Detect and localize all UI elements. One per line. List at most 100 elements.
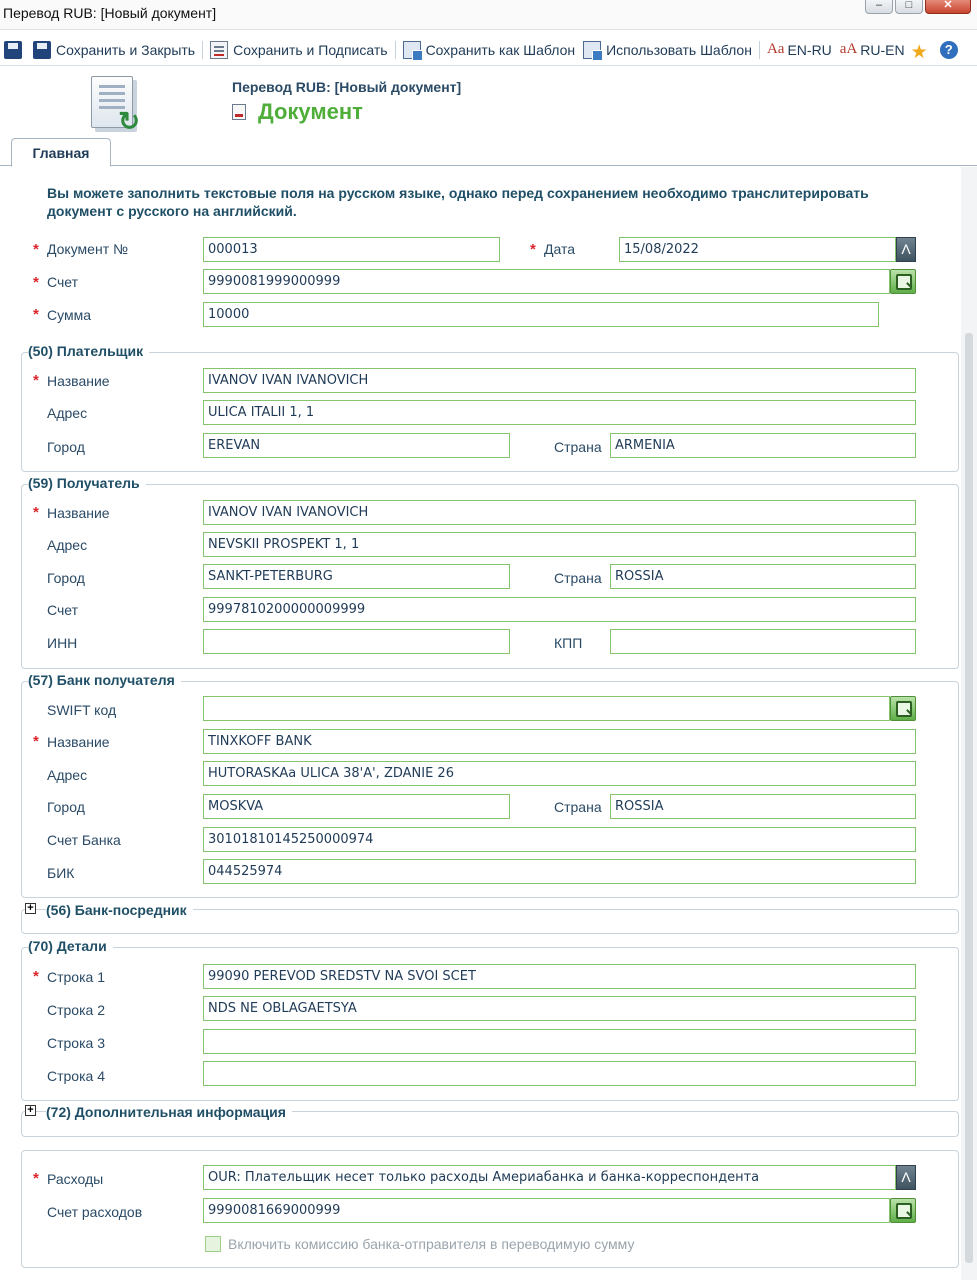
save-sign-label: Сохранить и Подписать bbox=[233, 41, 388, 58]
amount-input[interactable]: 10000 bbox=[203, 302, 879, 327]
date-picker-button[interactable]: Λ bbox=[896, 237, 916, 262]
additional-info-legend[interactable]: (72) Дополнительная информация bbox=[46, 1104, 292, 1120]
payer-country-input[interactable]: ARMENIA bbox=[610, 433, 916, 458]
floppy-disk-icon bbox=[4, 40, 22, 59]
swift-label: SWIFT код bbox=[47, 702, 117, 718]
bank-city-label: Город bbox=[47, 799, 85, 815]
required-mark: * bbox=[33, 733, 39, 750]
bank-address-input[interactable]: HUTORASKAa ULICA 38'A', ZDANIE 26 bbox=[203, 761, 916, 786]
payer-name-input[interactable]: IVANOV IVAN IVANOVICH bbox=[203, 368, 916, 393]
save-sign-button[interactable]: Сохранить и Подписать bbox=[206, 36, 391, 64]
line1-input[interactable]: 99090 PEREVOD SREDSTV NA SVOI SCET bbox=[203, 964, 916, 989]
toolbar-separator bbox=[394, 40, 396, 59]
amount-label: Сумма bbox=[47, 307, 91, 323]
doc-no-input[interactable]: 000013 bbox=[203, 237, 500, 262]
expand-intermediary-icon[interactable]: + bbox=[25, 903, 36, 914]
form-content: Вы можете заполнить текстовые поля на ру… bbox=[0, 167, 977, 1280]
transliterate-ru-en-icon: aA bbox=[839, 40, 858, 57]
required-mark: * bbox=[33, 968, 39, 985]
bank-country-input[interactable]: ROSSIA bbox=[610, 794, 916, 819]
line4-input[interactable] bbox=[203, 1061, 916, 1086]
required-mark: * bbox=[33, 274, 39, 291]
payer-address-label: Адрес bbox=[47, 405, 88, 421]
line2-input[interactable]: NDS NE OBLAGAETSYA bbox=[203, 996, 916, 1021]
payer-country-label: Страна bbox=[554, 439, 602, 455]
line4-label: Строка 4 bbox=[47, 1068, 105, 1084]
ru-en-button[interactable]: aA RU-EN bbox=[836, 36, 909, 64]
swift-lookup-button[interactable] bbox=[890, 696, 916, 721]
charges-select[interactable]: OUR: Плательщик несет только расходы Аме… bbox=[203, 1165, 896, 1190]
bank-account-label: Счет Банка bbox=[47, 832, 121, 848]
required-mark: * bbox=[33, 306, 39, 323]
beneficiary-name-input[interactable]: IVANOV IVAN IVANOVICH bbox=[203, 500, 916, 525]
date-input[interactable]: 15/08/2022 bbox=[619, 237, 896, 262]
beneficiary-address-label: Адрес bbox=[47, 537, 88, 553]
bank-address-label: Адрес bbox=[47, 767, 88, 783]
tab-bar: Главная bbox=[0, 138, 977, 167]
payer-legend: (50) Плательщик bbox=[28, 343, 150, 359]
beneficiary-country-input[interactable]: ROSSIA bbox=[610, 564, 916, 589]
scrollbar-thumb[interactable] bbox=[965, 333, 973, 1263]
favorite-button[interactable]: ★ bbox=[909, 36, 930, 64]
intermediary-legend[interactable]: (56) Банк-посредник bbox=[46, 902, 193, 918]
bank-city-input[interactable]: MOSKVA bbox=[203, 794, 510, 819]
line2-label: Строка 2 bbox=[47, 1002, 105, 1018]
kpp-label: КПП bbox=[554, 635, 583, 651]
maximize-button[interactable]: □ bbox=[895, 0, 923, 14]
include-fee-checkbox[interactable] bbox=[205, 1236, 221, 1252]
account-label: Счет bbox=[47, 274, 78, 290]
beneficiary-city-label: Город bbox=[47, 570, 85, 586]
bik-label: БИК bbox=[47, 865, 75, 881]
save-template-icon bbox=[402, 40, 423, 61]
page-title: Документ bbox=[258, 99, 363, 124]
use-template-label: Использовать Шаблон bbox=[606, 41, 752, 58]
ru-en-label: RU-EN bbox=[860, 41, 905, 58]
en-ru-label: EN-RU bbox=[787, 41, 832, 58]
bank-account-input[interactable]: 30101810145250000974 bbox=[203, 827, 916, 852]
minimize-button[interactable]: – bbox=[865, 0, 893, 14]
required-mark: * bbox=[530, 241, 536, 258]
account-input[interactable]: 9990081999000999 bbox=[203, 269, 890, 294]
help-button[interactable]: ? bbox=[930, 36, 960, 64]
en-ru-button[interactable]: Aa EN-RU bbox=[763, 36, 836, 64]
charges-account-lookup-button[interactable] bbox=[890, 1198, 916, 1223]
save-template-button[interactable]: Сохранить как Шаблон bbox=[399, 36, 580, 64]
required-mark: * bbox=[33, 372, 39, 389]
save-close-label: Сохранить и Закрыть bbox=[56, 41, 196, 58]
bank-country-label: Страна bbox=[554, 799, 602, 815]
tab-main[interactable]: Главная bbox=[11, 138, 111, 167]
charges-account-input[interactable]: 9990081669000999 bbox=[203, 1198, 890, 1223]
close-button[interactable]: ✕ bbox=[925, 0, 971, 14]
line3-label: Строка 3 bbox=[47, 1035, 105, 1051]
beneficiary-country-label: Страна bbox=[554, 570, 602, 586]
kpp-input[interactable] bbox=[610, 629, 916, 654]
use-template-button[interactable]: Использовать Шаблон bbox=[579, 36, 756, 64]
payer-address-input[interactable]: ULICA ITALII 1, 1 bbox=[203, 400, 916, 425]
charges-account-label: Счет расходов bbox=[47, 1204, 143, 1220]
save-button[interactable] bbox=[0, 36, 29, 64]
window-controls: – □ ✕ bbox=[865, 0, 971, 14]
payer-city-label: Город bbox=[47, 439, 85, 455]
inn-input[interactable] bbox=[203, 629, 510, 654]
account-lookup-button[interactable] bbox=[890, 269, 916, 294]
expand-additional-icon[interactable]: + bbox=[25, 1105, 36, 1116]
swift-input[interactable] bbox=[203, 696, 890, 721]
transfer-document-icon bbox=[91, 76, 140, 137]
line1-label: Строка 1 bbox=[47, 969, 105, 985]
doc-no-label: Документ № bbox=[47, 241, 129, 257]
help-icon: ? bbox=[939, 40, 958, 59]
payer-city-input[interactable]: EREVAN bbox=[203, 433, 510, 458]
save-close-button[interactable]: Сохранить и Закрыть bbox=[29, 36, 199, 64]
use-template-icon bbox=[583, 40, 604, 61]
window-titlebar: Перевод RUB: [Новый документ] – □ ✕ bbox=[0, 0, 977, 30]
bank-name-label: Название bbox=[47, 734, 110, 750]
beneficiary-account-input[interactable]: 9997810200000009999 bbox=[203, 597, 916, 622]
header-subtitle: Перевод RUB: [Новый документ] bbox=[232, 79, 462, 95]
beneficiary-address-input[interactable]: NEVSKII PROSPEKT 1, 1 bbox=[203, 532, 916, 557]
line3-input[interactable] bbox=[203, 1029, 916, 1054]
payer-name-label: Название bbox=[47, 373, 110, 389]
beneficiary-city-input[interactable]: SANKT-PETERBURG bbox=[203, 564, 510, 589]
charges-dropdown-button[interactable]: Λ bbox=[896, 1165, 916, 1190]
bik-input[interactable]: 044525974 bbox=[203, 859, 916, 884]
bank-name-input[interactable]: TINXKOFF BANK bbox=[203, 729, 916, 754]
